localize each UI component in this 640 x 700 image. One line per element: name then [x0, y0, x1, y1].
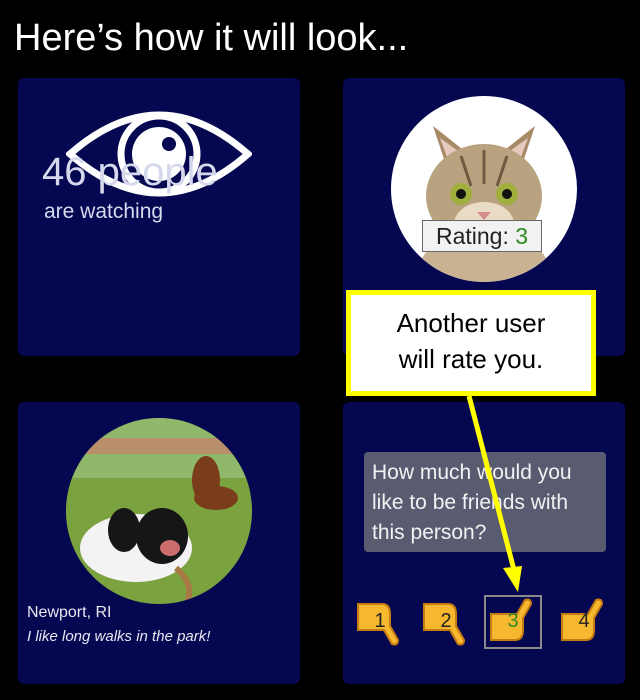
friendship-question: How much would you like to be friends wi…	[364, 452, 606, 552]
rating-value: 3	[515, 223, 529, 249]
rating-option-label: 2	[440, 610, 452, 632]
rating-option-4[interactable]: 4	[556, 596, 612, 648]
cat-photo	[391, 96, 577, 282]
rating-option-label: 1	[374, 610, 386, 632]
profile-location: Newport, RI	[27, 604, 112, 621]
watch-count: 46 people	[42, 150, 218, 194]
callout-line-2: will rate you.	[398, 344, 544, 374]
rating-option-2[interactable]: 2	[418, 596, 474, 648]
watch-subtitle: are watching	[44, 200, 164, 223]
page-title: Here’s how it will look...	[14, 17, 409, 59]
callout-box: Another user will rate you.	[346, 290, 596, 396]
rating-option-3[interactable]: 3	[484, 595, 542, 649]
profile-bio: I like long walks in the park!	[27, 628, 211, 645]
dog-photo	[66, 418, 252, 604]
rating-option-1[interactable]: 1	[352, 596, 408, 648]
rating-option-label: 3	[507, 610, 519, 632]
rating-label: Rating:	[435, 223, 509, 249]
rating-option-label: 4	[578, 610, 590, 632]
rating-badge: Rating: 3	[422, 220, 542, 252]
callout-line-1: Another user	[396, 308, 546, 338]
